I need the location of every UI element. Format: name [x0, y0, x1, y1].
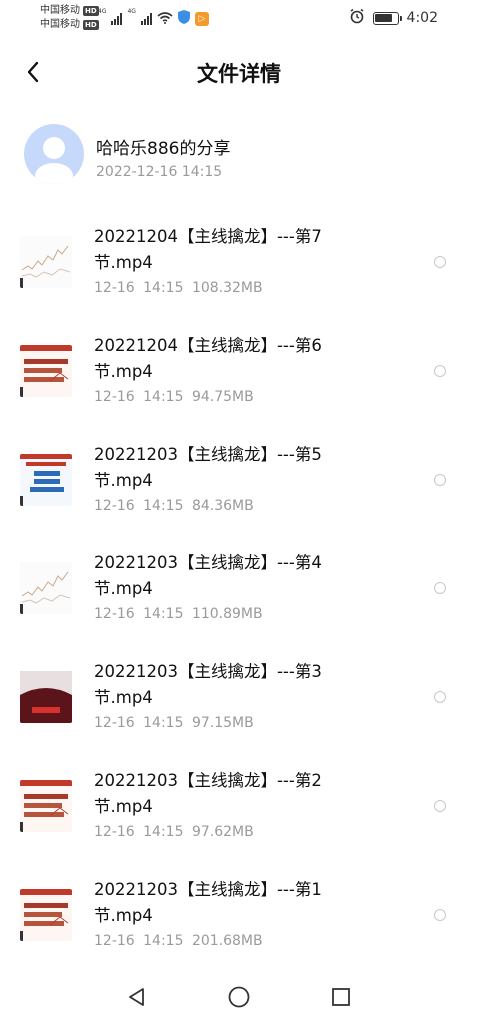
header: 文件详情: [0, 48, 478, 96]
file-meta: 12-16 14:15 97.62MB: [94, 824, 254, 840]
file-name: 20221203【主线擒龙】---第3节.mp4: [94, 662, 322, 708]
file-item[interactable]: 20221203【主线擒龙】---第2节.mp4 12-16 14:15 97.6…: [0, 760, 478, 869]
sharer-info: 哈哈乐886的分享 2022-12-16 14:15: [24, 124, 454, 184]
file-name: 20221203【主线擒龙】---第5节.mp4: [94, 444, 322, 490]
file-size: 97.62MB: [191, 823, 254, 840]
file-time: 12-16 14:15: [94, 715, 184, 732]
signal-group: 4G 4G ▷: [98, 8, 209, 28]
video-thumbnail: [20, 236, 72, 288]
status-bar: 中国移动 HD 中国移动 HD 4G 4G ▷ 4:02: [0, 0, 478, 36]
video-thumbnail: [20, 453, 72, 506]
app-notification-icon: ▷: [194, 11, 209, 26]
system-nav-bar: [0, 972, 478, 1024]
file-name: 20221203【主线擒龙】---第2节.mp4: [94, 770, 322, 816]
avatar[interactable]: [24, 124, 84, 184]
file-size: 110.89MB: [191, 606, 263, 623]
wifi-icon: [157, 9, 173, 28]
file-time: 12-16 14:15: [94, 932, 184, 949]
video-thumbnail: [20, 671, 72, 724]
file-meta: 12-16 14:15 84.36MB: [94, 498, 254, 514]
file-meta: 12-16 14:15 108.32MB: [94, 280, 263, 296]
carrier-info: 中国移动 HD 中国移动 HD: [40, 4, 99, 32]
nav-recents-button[interactable]: [326, 982, 356, 1012]
select-radio[interactable]: [434, 582, 446, 595]
battery-icon: [372, 11, 402, 25]
file-size: 97.15MB: [191, 715, 254, 732]
carrier-1: 中国移动: [40, 5, 80, 16]
select-radio[interactable]: [434, 799, 446, 812]
hd-badge: HD: [83, 20, 99, 30]
sharer-name: 哈哈乐886的分享: [96, 139, 231, 159]
file-item[interactable]: 20221203【主线擒龙】---第5节.mp4 12-16 14:15 84.3…: [0, 434, 478, 543]
file-time: 12-16 14:15: [94, 823, 184, 840]
file-time: 12-16 14:15: [94, 606, 184, 623]
file-meta: 12-16 14:15 201.68MB: [94, 933, 263, 949]
file-name: 20221203【主线擒龙】---第4节.mp4: [94, 553, 322, 599]
circle-home-icon: [228, 986, 250, 1008]
video-thumbnail: [20, 779, 72, 832]
nav-home-button[interactable]: [224, 982, 254, 1012]
file-name: 20221204【主线擒龙】---第7节.mp4: [94, 227, 322, 272]
file-time: 12-16 14:15: [94, 280, 184, 296]
signal-icon: [140, 12, 152, 25]
alarm-icon: [349, 8, 365, 28]
clock: 4:02: [406, 10, 438, 26]
nav-back-button[interactable]: [122, 982, 152, 1012]
file-item[interactable]: 20221204【主线擒龙】---第6节.mp4 12-16 14:15 94.7…: [0, 325, 478, 434]
file-size: 108.32MB: [191, 280, 263, 296]
square-recents-icon: [332, 988, 350, 1006]
select-radio[interactable]: [434, 256, 446, 268]
share-date: 2022-12-16 14:15: [96, 164, 223, 180]
select-radio[interactable]: [434, 364, 446, 377]
file-item[interactable]: 20221203【主线擒龙】---第3节.mp4 12-16 14:15 97.1…: [0, 651, 478, 760]
file-meta: 12-16 14:15 110.89MB: [94, 606, 263, 622]
signal-icon: [111, 12, 123, 25]
network-type: 4G: [127, 8, 136, 15]
file-time: 12-16 14:15: [94, 497, 184, 514]
file-size: 84.36MB: [191, 497, 254, 514]
file-meta: 12-16 14:15 97.15MB: [94, 715, 254, 731]
select-radio[interactable]: [434, 691, 446, 704]
video-thumbnail: [20, 888, 72, 941]
file-list: 20221204【主线擒龙】---第7节.mp4 12-16 14:15 108.…: [0, 216, 478, 978]
triangle-back-icon: [129, 988, 144, 1006]
file-item[interactable]: 20221204【主线擒龙】---第7节.mp4 12-16 14:15 108.…: [0, 216, 478, 325]
page-title: 文件详情: [197, 62, 281, 86]
file-name: 20221204【主线擒龙】---第6节.mp4: [94, 335, 322, 381]
file-meta: 12-16 14:15 94.75MB: [94, 389, 254, 405]
shield-icon: [177, 9, 190, 28]
file-name: 20221203【主线擒龙】---第1节.mp4: [94, 879, 322, 925]
file-time: 12-16 14:15: [94, 388, 184, 405]
video-thumbnail: [20, 562, 72, 615]
file-item[interactable]: 20221203【主线擒龙】---第1节.mp4 12-16 14:15 201.…: [0, 869, 478, 978]
hd-badge: HD: [83, 6, 99, 16]
video-thumbnail: [20, 344, 72, 397]
network-type: 4G: [98, 8, 107, 15]
status-right: 4:02: [349, 8, 438, 28]
file-size: 94.75MB: [191, 388, 254, 405]
carrier-2: 中国移动: [40, 19, 80, 30]
file-item[interactable]: 20221203【主线擒龙】---第4节.mp4 12-16 14:15 110.…: [0, 542, 478, 651]
file-size: 201.68MB: [191, 932, 263, 949]
select-radio[interactable]: [434, 473, 446, 486]
select-radio[interactable]: [434, 908, 446, 921]
